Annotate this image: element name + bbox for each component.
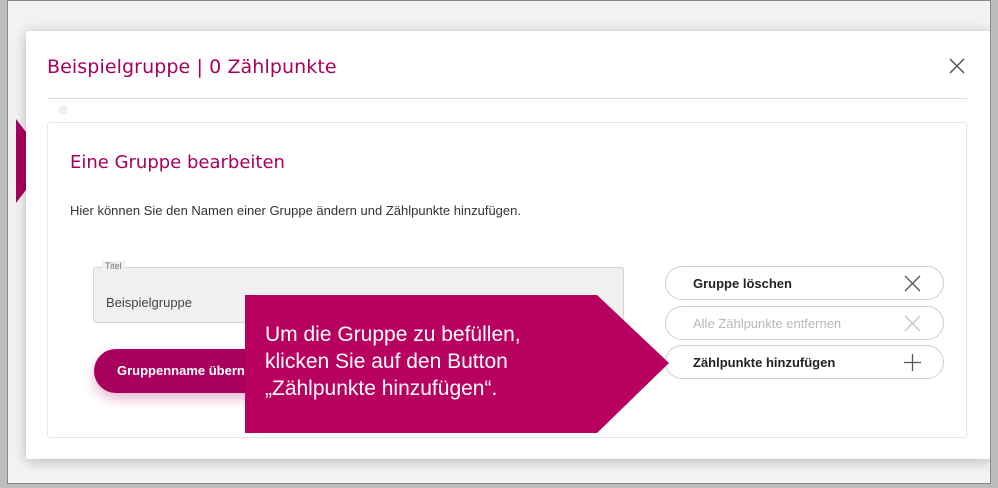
remove-all-points-button[interactable]: Alle Zählpunkte entfernen xyxy=(665,306,944,340)
add-points-label: Zählpunkte hinzufügen xyxy=(693,355,836,370)
plus-icon xyxy=(904,354,921,371)
close-icon[interactable] xyxy=(946,55,968,77)
add-points-button[interactable]: Zählpunkte hinzufügen xyxy=(665,345,944,379)
remove-all-points-label: Alle Zählpunkte entfernen xyxy=(693,316,842,331)
callout-text: Um die Gruppe zu befüllen, klicken Sie a… xyxy=(265,323,521,400)
delete-group-label: Gruppe löschen xyxy=(693,276,792,291)
delete-group-button[interactable]: Gruppe löschen xyxy=(665,266,944,300)
title-divider xyxy=(47,98,967,99)
close-icon xyxy=(904,315,921,332)
card-description: Hier können Sie den Namen einer Gruppe ä… xyxy=(70,203,521,218)
card-title: Eine Gruppe bearbeiten xyxy=(70,152,285,173)
modal-title: Beispielgruppe | 0 Zählpunkte xyxy=(47,56,337,78)
close-icon xyxy=(904,275,921,292)
title-field-value[interactable]: Beispielgruppe xyxy=(106,295,192,310)
loading-dot xyxy=(58,105,68,115)
title-field-label: Titel xyxy=(102,261,125,271)
screenshot-frame: Beispielgruppe | 0 Zählpunkte Eine Grupp… xyxy=(7,0,991,484)
